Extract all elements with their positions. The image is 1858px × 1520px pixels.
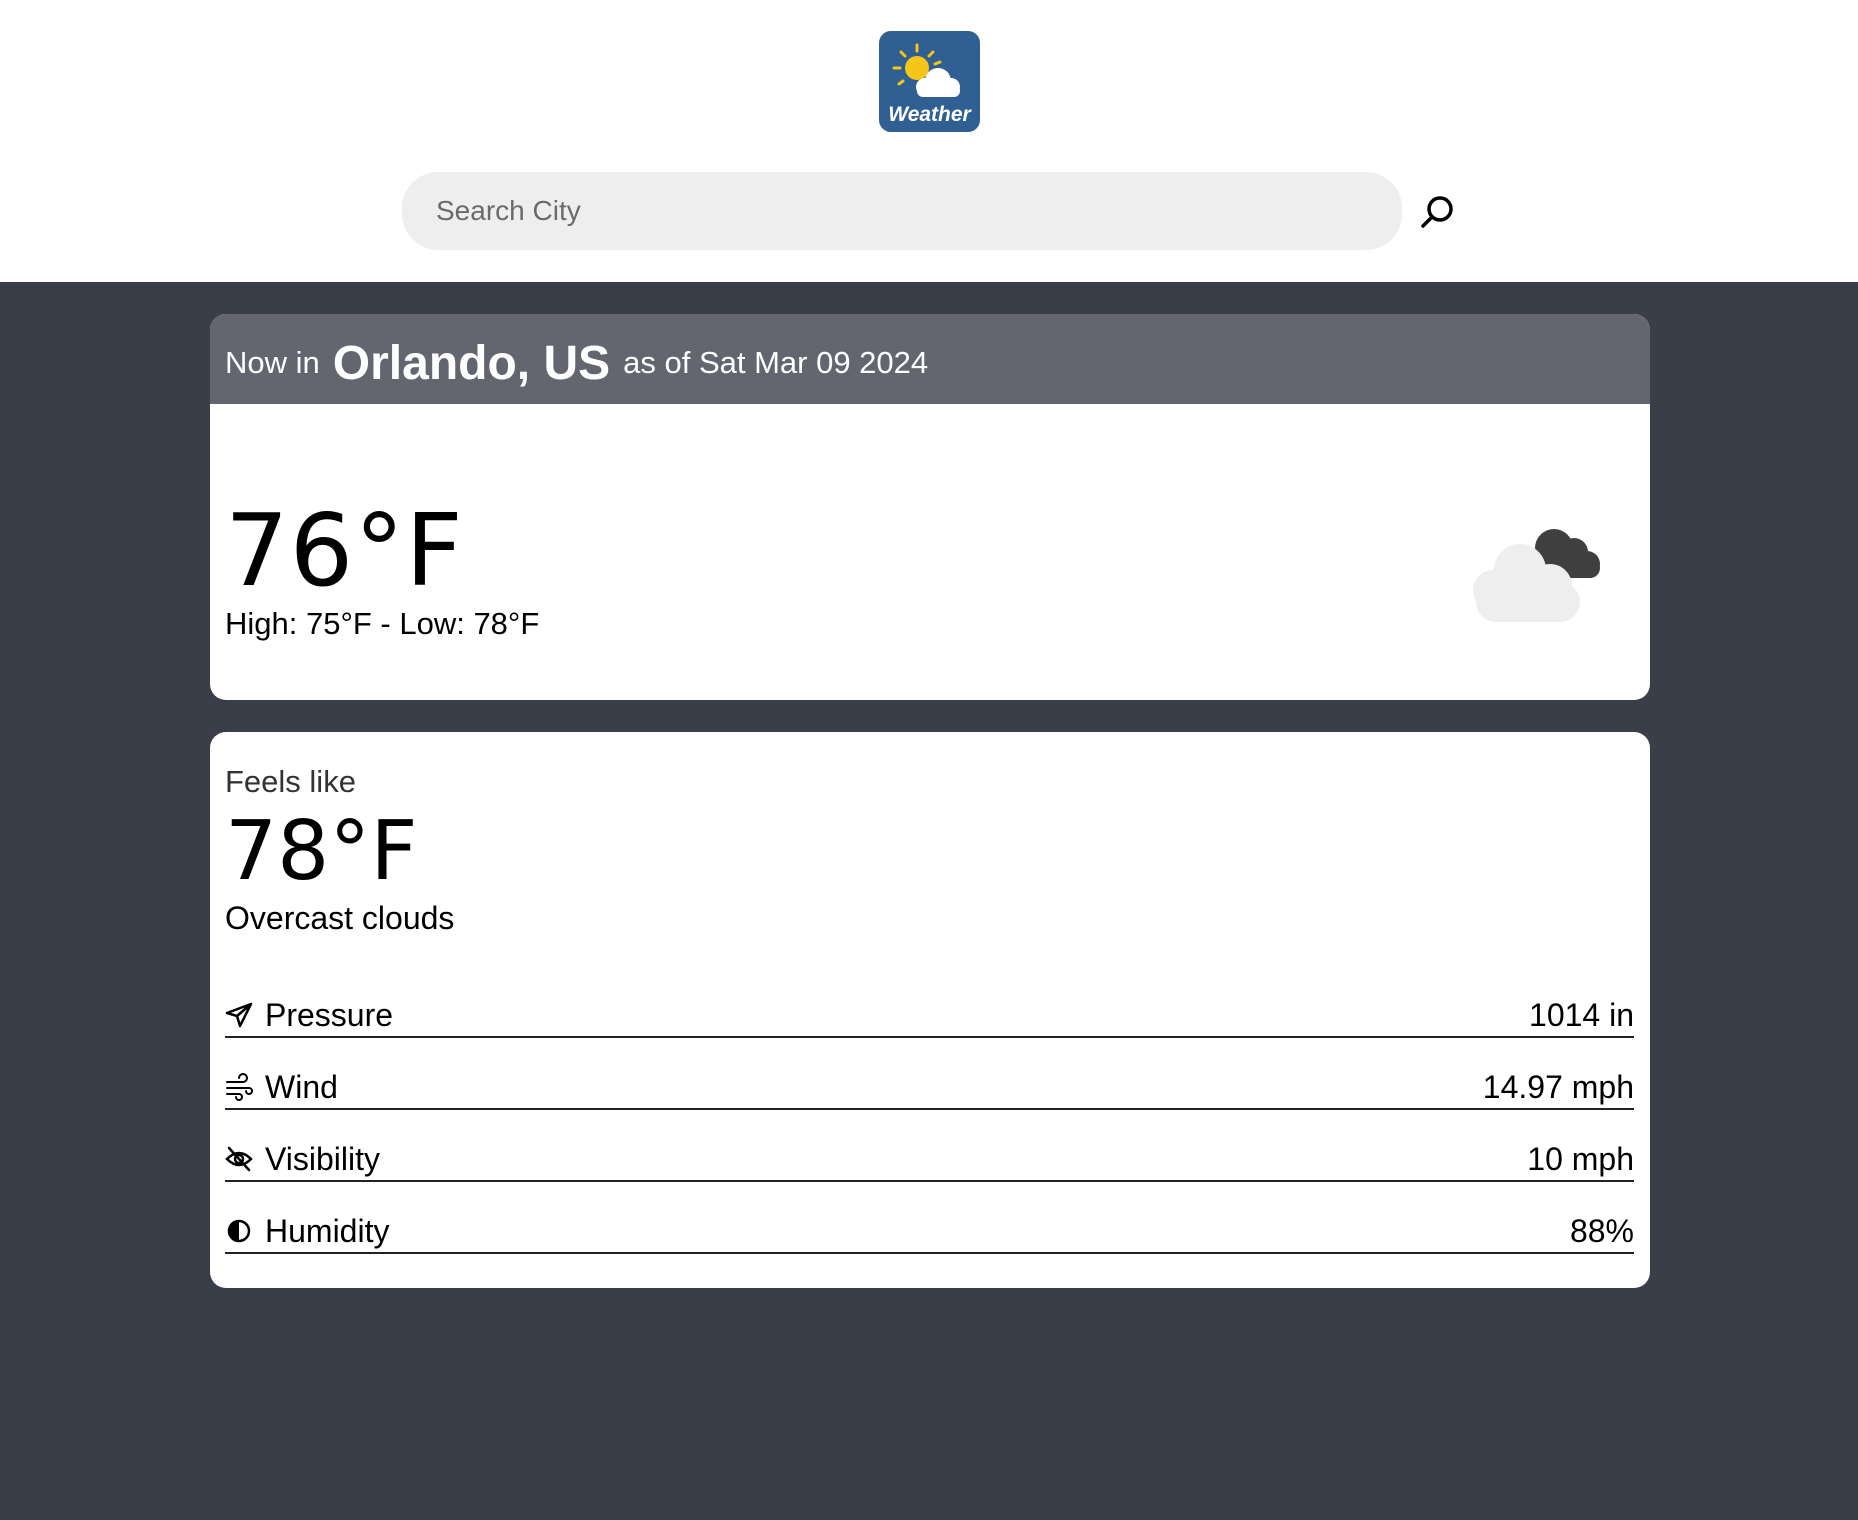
humidity-row: Humidity 88% — [225, 1210, 1634, 1254]
top-bar: Weather — [0, 0, 1858, 282]
pressure-label: Pressure — [265, 996, 394, 1033]
visibility-row: Visibility 10 mph — [225, 1138, 1634, 1182]
current-temperature: 76°F — [225, 492, 464, 609]
visibility-label: Visibility — [265, 1140, 380, 1177]
pressure-row: Pressure 1014 in — [225, 994, 1634, 1038]
wind-value: 14.97 mph — [1482, 1068, 1634, 1105]
high-low-temperature: High: 75°F - Low: 78°F — [225, 606, 540, 641]
current-weather-header: Now in Orlando, US as of Sat Mar 09 2024 — [210, 314, 1650, 404]
feels-like-label: Feels like — [225, 764, 356, 799]
wind-row: Wind 14.97 mph — [225, 1066, 1634, 1110]
header-prefix: Now in — [225, 345, 320, 380]
weather-description: Overcast clouds — [225, 900, 455, 936]
search-box[interactable] — [402, 172, 1402, 250]
feels-like-temperature: 78°F — [225, 804, 418, 899]
search-icon — [1421, 196, 1453, 228]
overcast-clouds-icon — [1458, 510, 1608, 635]
visibility-value: 10 mph — [1527, 1140, 1634, 1177]
humidity-label: Humidity — [265, 1212, 390, 1249]
wind-label: Wind — [265, 1068, 338, 1105]
wind-icon — [225, 1072, 255, 1102]
app-logo[interactable]: Weather — [879, 31, 980, 132]
pressure-value: 1014 in — [1529, 996, 1634, 1033]
city-name: Orlando, US — [332, 336, 611, 390]
half-circle-icon — [225, 1216, 255, 1246]
as-of-date: as of Sat Mar 09 2024 — [623, 345, 929, 380]
current-weather-card: Now in Orlando, US as of Sat Mar 09 2024… — [210, 314, 1650, 700]
eye-slash-icon — [225, 1144, 255, 1174]
paper-plane-icon — [225, 1000, 255, 1030]
details-card: Feels like 78°F Overcast clouds Pressure… — [210, 732, 1650, 1288]
search-button[interactable] — [1415, 190, 1459, 234]
search-input[interactable] — [434, 194, 1370, 228]
logo-text: Weather — [888, 103, 971, 126]
humidity-value: 88% — [1569, 1212, 1634, 1249]
